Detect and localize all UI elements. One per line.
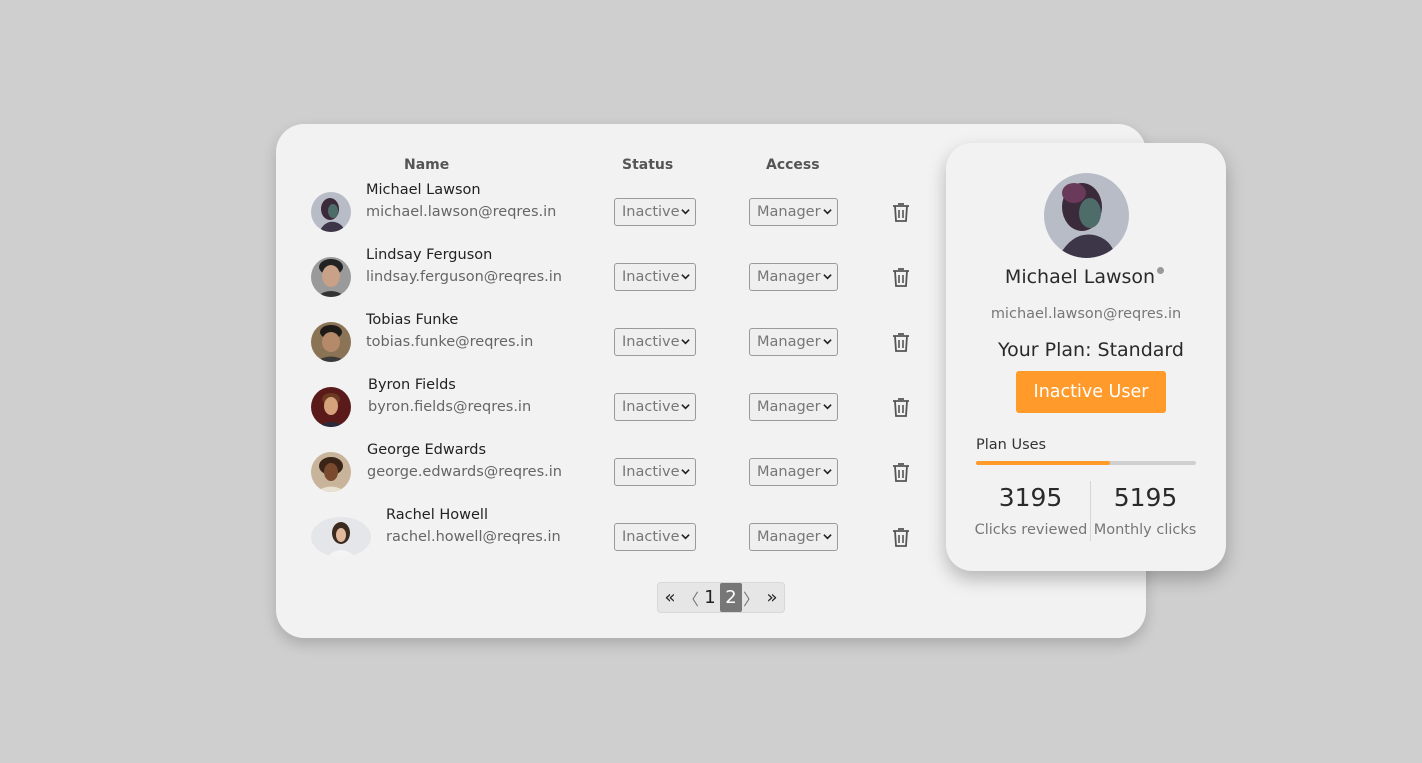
profile-email: michael.lawson@reqres.in bbox=[990, 306, 1182, 322]
avatar bbox=[311, 452, 351, 492]
access-select[interactable]: Manager bbox=[749, 523, 838, 551]
chevron-down-icon bbox=[681, 404, 690, 410]
header-name: Name bbox=[404, 157, 450, 173]
access-select[interactable]: Manager bbox=[749, 458, 838, 486]
chevron-down-icon bbox=[823, 274, 832, 280]
clicks-reviewed-value: 3195 bbox=[998, 483, 1063, 512]
avatar bbox=[311, 322, 351, 362]
user-email: rachel.howell@reqres.in bbox=[386, 529, 561, 545]
access-select[interactable]: Manager bbox=[749, 263, 838, 291]
chevron-down-icon bbox=[823, 534, 832, 540]
user-name: George Edwards bbox=[367, 442, 487, 458]
last-page-button[interactable]: » bbox=[760, 583, 784, 612]
trash-icon[interactable] bbox=[892, 462, 910, 482]
chevron-down-icon bbox=[681, 339, 690, 345]
user-name: Lindsay Ferguson bbox=[366, 247, 493, 263]
trash-icon[interactable] bbox=[892, 332, 910, 352]
status-select[interactable]: Inactive bbox=[614, 198, 696, 226]
status-value: Inactive bbox=[622, 269, 680, 285]
access-value: Manager bbox=[757, 204, 821, 220]
trash-icon[interactable] bbox=[892, 527, 910, 547]
clicks-reviewed-label: Clicks reviewed bbox=[974, 522, 1088, 538]
chevron-down-icon bbox=[681, 274, 690, 280]
user-email: tobias.funke@reqres.in bbox=[366, 334, 534, 350]
status-select[interactable]: Inactive bbox=[614, 458, 696, 486]
page-2-button[interactable]: 2 bbox=[720, 583, 742, 612]
status-value: Inactive bbox=[622, 334, 680, 350]
monthly-clicks-label: Monthly clicks bbox=[1093, 522, 1197, 538]
access-value: Manager bbox=[757, 399, 821, 415]
user-email: george.edwards@reqres.in bbox=[367, 464, 562, 480]
chevron-down-icon bbox=[823, 404, 832, 410]
profile-card: Michael Lawson michael.lawson@reqres.in … bbox=[946, 143, 1226, 571]
prev-page-button[interactable]: 〈 bbox=[682, 583, 700, 612]
access-value: Manager bbox=[757, 464, 821, 480]
chevron-down-icon bbox=[681, 534, 690, 540]
profile-name: Michael Lawson bbox=[1004, 266, 1156, 288]
status-select[interactable]: Inactive bbox=[614, 263, 696, 291]
user-name: Rachel Howell bbox=[386, 507, 488, 523]
profile-avatar bbox=[1044, 173, 1129, 258]
trash-icon[interactable] bbox=[892, 202, 910, 222]
access-value: Manager bbox=[757, 269, 821, 285]
status-value: Inactive bbox=[622, 399, 680, 415]
user-name: Byron Fields bbox=[368, 377, 456, 393]
plan-uses-bar-fill bbox=[976, 461, 1111, 465]
chevron-down-icon bbox=[823, 339, 832, 345]
trash-icon[interactable] bbox=[892, 397, 910, 417]
inactive-user-button[interactable]: Inactive User bbox=[1016, 371, 1166, 413]
chevron-down-icon bbox=[823, 209, 832, 215]
access-select[interactable]: Manager bbox=[749, 198, 838, 226]
first-page-button[interactable]: « bbox=[658, 583, 682, 612]
plan-uses-label: Plan Uses bbox=[976, 437, 1047, 453]
chevron-down-icon bbox=[681, 469, 690, 475]
avatar bbox=[311, 387, 351, 427]
page-1-button[interactable]: 1 bbox=[700, 583, 720, 612]
chevron-down-icon bbox=[681, 209, 690, 215]
access-value: Manager bbox=[757, 529, 821, 545]
status-value: Inactive bbox=[622, 464, 680, 480]
user-name: Michael Lawson bbox=[366, 182, 481, 198]
access-select[interactable]: Manager bbox=[749, 328, 838, 356]
header-access: Access bbox=[766, 157, 820, 173]
user-name: Tobias Funke bbox=[366, 312, 459, 328]
pagination: « 〈 1 2 〉 » bbox=[657, 582, 785, 613]
header-status: Status bbox=[622, 157, 674, 173]
status-dot bbox=[1157, 267, 1164, 274]
access-select[interactable]: Manager bbox=[749, 393, 838, 421]
access-value: Manager bbox=[757, 334, 821, 350]
user-email: michael.lawson@reqres.in bbox=[366, 204, 557, 220]
status-select[interactable]: Inactive bbox=[614, 393, 696, 421]
status-value: Inactive bbox=[622, 529, 680, 545]
avatar bbox=[311, 257, 351, 297]
user-email: lindsay.ferguson@reqres.in bbox=[366, 269, 562, 285]
trash-icon[interactable] bbox=[892, 267, 910, 287]
status-value: Inactive bbox=[622, 204, 680, 220]
monthly-clicks-value: 5195 bbox=[1113, 483, 1178, 512]
status-select[interactable]: Inactive bbox=[614, 328, 696, 356]
chevron-down-icon bbox=[823, 469, 832, 475]
plan-label: Your Plan: Standard bbox=[998, 339, 1184, 361]
avatar bbox=[311, 517, 371, 557]
user-email: byron.fields@reqres.in bbox=[368, 399, 532, 415]
next-page-button[interactable]: 〉 bbox=[742, 583, 760, 612]
plan-uses-bar bbox=[976, 461, 1196, 465]
avatar bbox=[311, 192, 351, 232]
status-select[interactable]: Inactive bbox=[614, 523, 696, 551]
